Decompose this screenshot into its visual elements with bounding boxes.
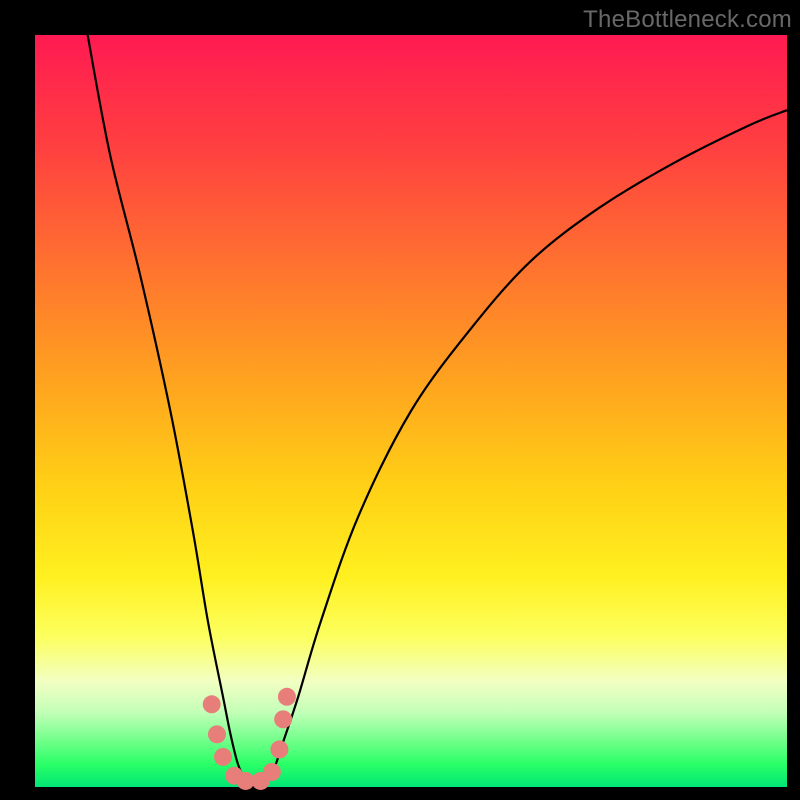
highlight-dot bbox=[263, 763, 281, 781]
highlight-dots bbox=[203, 688, 296, 790]
watermark-text: TheBottleneck.com bbox=[583, 6, 792, 34]
highlight-dot bbox=[278, 688, 296, 706]
highlight-dot bbox=[203, 695, 221, 713]
chart-frame: TheBottleneck.com bbox=[0, 0, 800, 800]
bottleneck-curve bbox=[88, 35, 787, 788]
highlight-dot bbox=[270, 740, 288, 758]
highlight-dot bbox=[274, 710, 292, 728]
highlight-dot bbox=[208, 725, 226, 743]
curve-layer bbox=[35, 35, 787, 787]
plot-area bbox=[35, 35, 787, 787]
highlight-dot bbox=[214, 748, 232, 766]
